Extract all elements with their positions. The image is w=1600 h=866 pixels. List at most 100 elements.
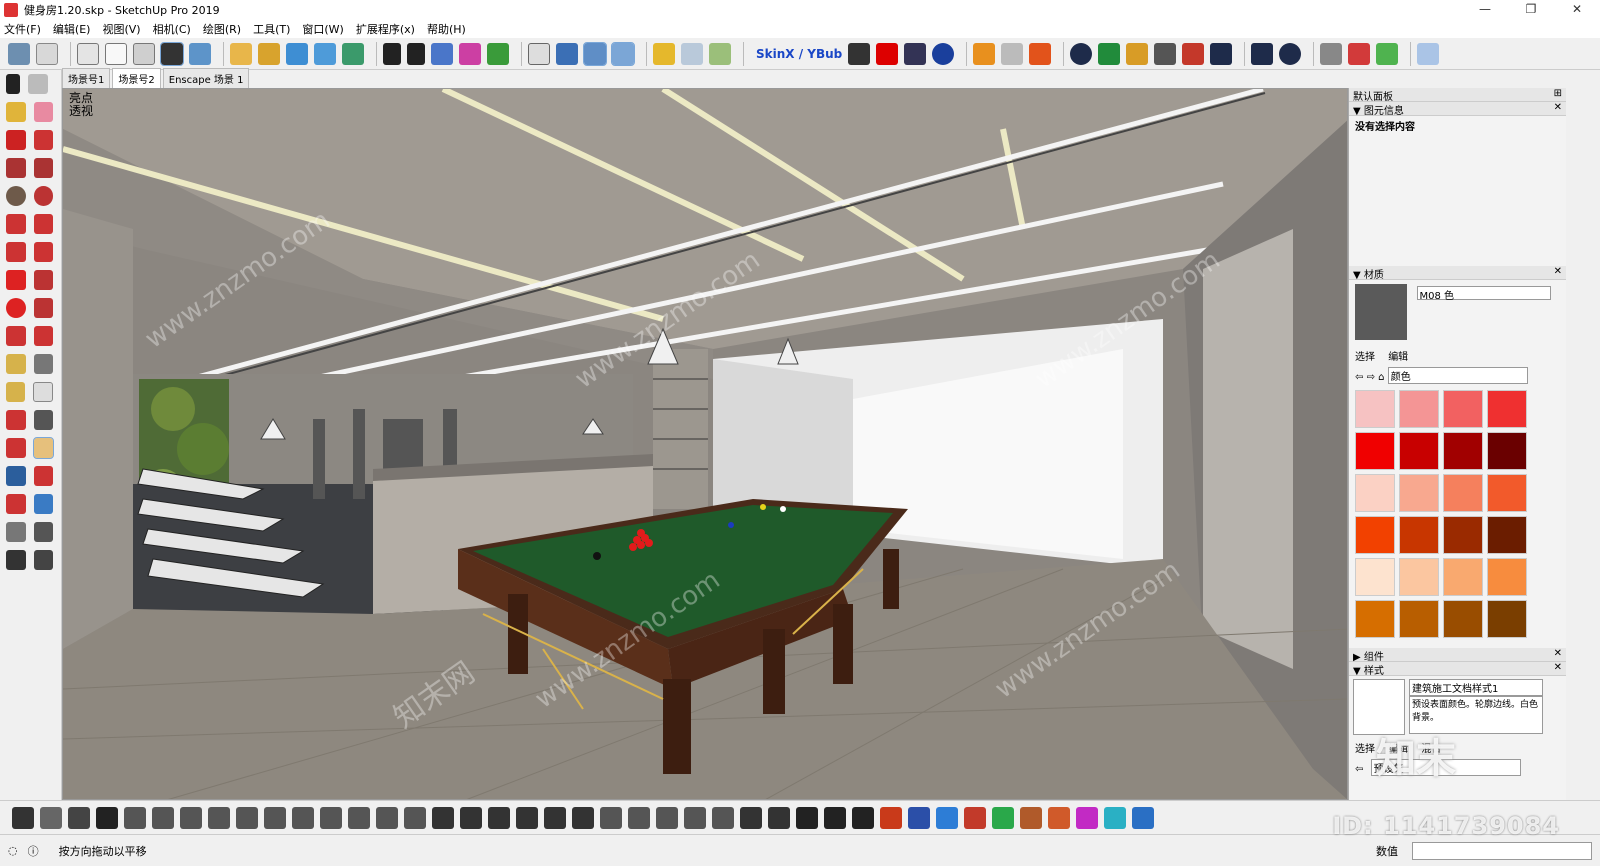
arc2-icon[interactable] — [33, 214, 53, 234]
style-name-field[interactable]: 建筑施工文档样式1 — [1409, 679, 1543, 696]
color-swatch[interactable] — [1355, 390, 1395, 428]
window-icon[interactable] — [208, 806, 230, 829]
color-swatch[interactable] — [1487, 516, 1527, 554]
color-swatch[interactable] — [1399, 390, 1439, 428]
menu-draw[interactable]: 绘图(R) — [203, 21, 241, 37]
select-icon[interactable] — [230, 42, 252, 65]
bars-icon[interactable] — [96, 806, 118, 829]
person-warn-icon[interactable] — [1348, 42, 1371, 65]
tab-style-select[interactable]: 选择 — [1355, 744, 1375, 755]
close-icon[interactable]: ✕ — [1554, 648, 1562, 659]
zoom-extents-icon[interactable] — [6, 494, 26, 514]
axis-x-icon[interactable] — [964, 806, 986, 829]
freehand-icon[interactable] — [431, 42, 453, 65]
dots-icon[interactable] — [460, 806, 482, 829]
menu-extensions[interactable]: 扩展程序(x) — [356, 21, 415, 37]
menu-camera[interactable]: 相机(C) — [153, 21, 191, 37]
color-swatch[interactable] — [1399, 600, 1439, 638]
section-icon[interactable] — [314, 42, 336, 65]
walk-tool-icon[interactable] — [6, 550, 26, 570]
color-swatch[interactable] — [1443, 516, 1483, 554]
iso-view-icon[interactable] — [8, 42, 30, 65]
styles-header[interactable]: ▼ 样式 ✕ — [1349, 662, 1566, 677]
entity-info-header[interactable]: ▼ 图元信息 ✕ — [1349, 102, 1566, 117]
zoom-icon[interactable] — [6, 466, 26, 486]
loop-icon[interactable] — [264, 806, 286, 829]
line-plus-icon[interactable] — [407, 42, 425, 65]
home-icon[interactable]: ⌂ — [1378, 372, 1384, 383]
color-swatch[interactable] — [1487, 474, 1527, 512]
axis-n-icon[interactable] — [1020, 806, 1042, 829]
pencil-icon[interactable] — [6, 130, 26, 150]
restore-button[interactable]: ❐ — [1508, 0, 1554, 20]
fence-icon[interactable] — [544, 806, 566, 829]
close-icon[interactable]: ✕ — [1554, 266, 1562, 277]
polygon-icon[interactable] — [33, 186, 53, 206]
mail-icon[interactable] — [1251, 42, 1274, 65]
select-tool-icon[interactable] — [6, 74, 20, 94]
door-icon[interactable] — [180, 806, 202, 829]
wireframe-icon[interactable] — [105, 42, 127, 65]
cube-blue-icon[interactable] — [1132, 806, 1154, 829]
eraser-icon[interactable] — [33, 102, 53, 122]
curve-icon[interactable] — [432, 806, 454, 829]
axes-icon[interactable] — [528, 42, 550, 65]
person-icon[interactable] — [342, 42, 364, 65]
cloud-upload-icon[interactable] — [1182, 42, 1205, 65]
move-icon[interactable] — [286, 42, 308, 65]
rotate-icon[interactable] — [6, 298, 26, 318]
component-icon[interactable] — [653, 42, 675, 65]
tree-icon[interactable] — [1098, 42, 1121, 65]
arc-tool-icon[interactable] — [459, 42, 481, 65]
protractor-icon[interactable] — [6, 382, 26, 402]
close-button[interactable]: ✕ — [1554, 0, 1600, 20]
library-select[interactable]: 颜色 — [1387, 367, 1528, 384]
menu-tools[interactable]: 工具(T) — [253, 21, 290, 37]
solid-icon[interactable] — [709, 42, 731, 65]
dimension-icon[interactable] — [33, 354, 53, 374]
menu-window[interactable]: 窗口(W) — [302, 21, 343, 37]
axis-y-icon[interactable] — [992, 806, 1014, 829]
move-tool-icon[interactable] — [6, 270, 26, 290]
color-swatch[interactable] — [1487, 600, 1527, 638]
tape-measure-icon[interactable] — [6, 354, 26, 374]
brush-icon[interactable] — [712, 806, 734, 829]
pen-icon[interactable] — [684, 806, 706, 829]
axes-tool-icon[interactable] — [6, 410, 26, 430]
arc-icon[interactable] — [6, 214, 26, 234]
grid-icon[interactable] — [40, 806, 62, 829]
stair2-icon[interactable] — [124, 806, 146, 829]
push-pull-tool-icon[interactable] — [33, 270, 53, 290]
color-swatch[interactable] — [1487, 558, 1527, 596]
model-icon[interactable] — [852, 806, 874, 829]
layers-icon[interactable] — [404, 806, 426, 829]
color-swatch[interactable] — [1399, 474, 1439, 512]
scale-icon[interactable] — [6, 326, 26, 346]
pan-icon[interactable] — [32, 437, 54, 459]
orbit-icon[interactable] — [6, 438, 26, 458]
push-pull-icon[interactable] — [487, 42, 509, 65]
pie-icon[interactable] — [33, 242, 53, 262]
gear-icon[interactable] — [1210, 42, 1233, 65]
menu-view[interactable]: 视图(V) — [102, 21, 140, 37]
top-view-icon[interactable] — [36, 42, 58, 65]
export-icon[interactable] — [1029, 42, 1052, 65]
arc3-icon[interactable] — [6, 242, 26, 262]
geo-icon[interactable] — [1376, 42, 1399, 65]
stair-icon[interactable] — [12, 806, 34, 829]
color-swatch[interactable] — [1399, 516, 1439, 554]
materials-header[interactable]: ▼ 材质 ✕ — [1349, 266, 1566, 281]
wave-icon[interactable] — [488, 806, 510, 829]
offset-icon[interactable] — [33, 326, 53, 346]
group-icon[interactable] — [681, 42, 703, 65]
diamond-icon[interactable] — [320, 806, 342, 829]
color-swatch[interactable] — [1443, 432, 1483, 470]
shaded-icon[interactable] — [160, 41, 184, 66]
help-icon[interactable] — [932, 42, 955, 65]
column-icon[interactable] — [572, 806, 594, 829]
color-swatch[interactable] — [1399, 558, 1439, 596]
close-icon[interactable]: ✕ — [1554, 102, 1562, 113]
cube-cyan-icon[interactable] — [1104, 806, 1126, 829]
look-around-icon[interactable] — [33, 522, 53, 542]
pin-icon[interactable]: ⊞ — [1554, 88, 1562, 99]
